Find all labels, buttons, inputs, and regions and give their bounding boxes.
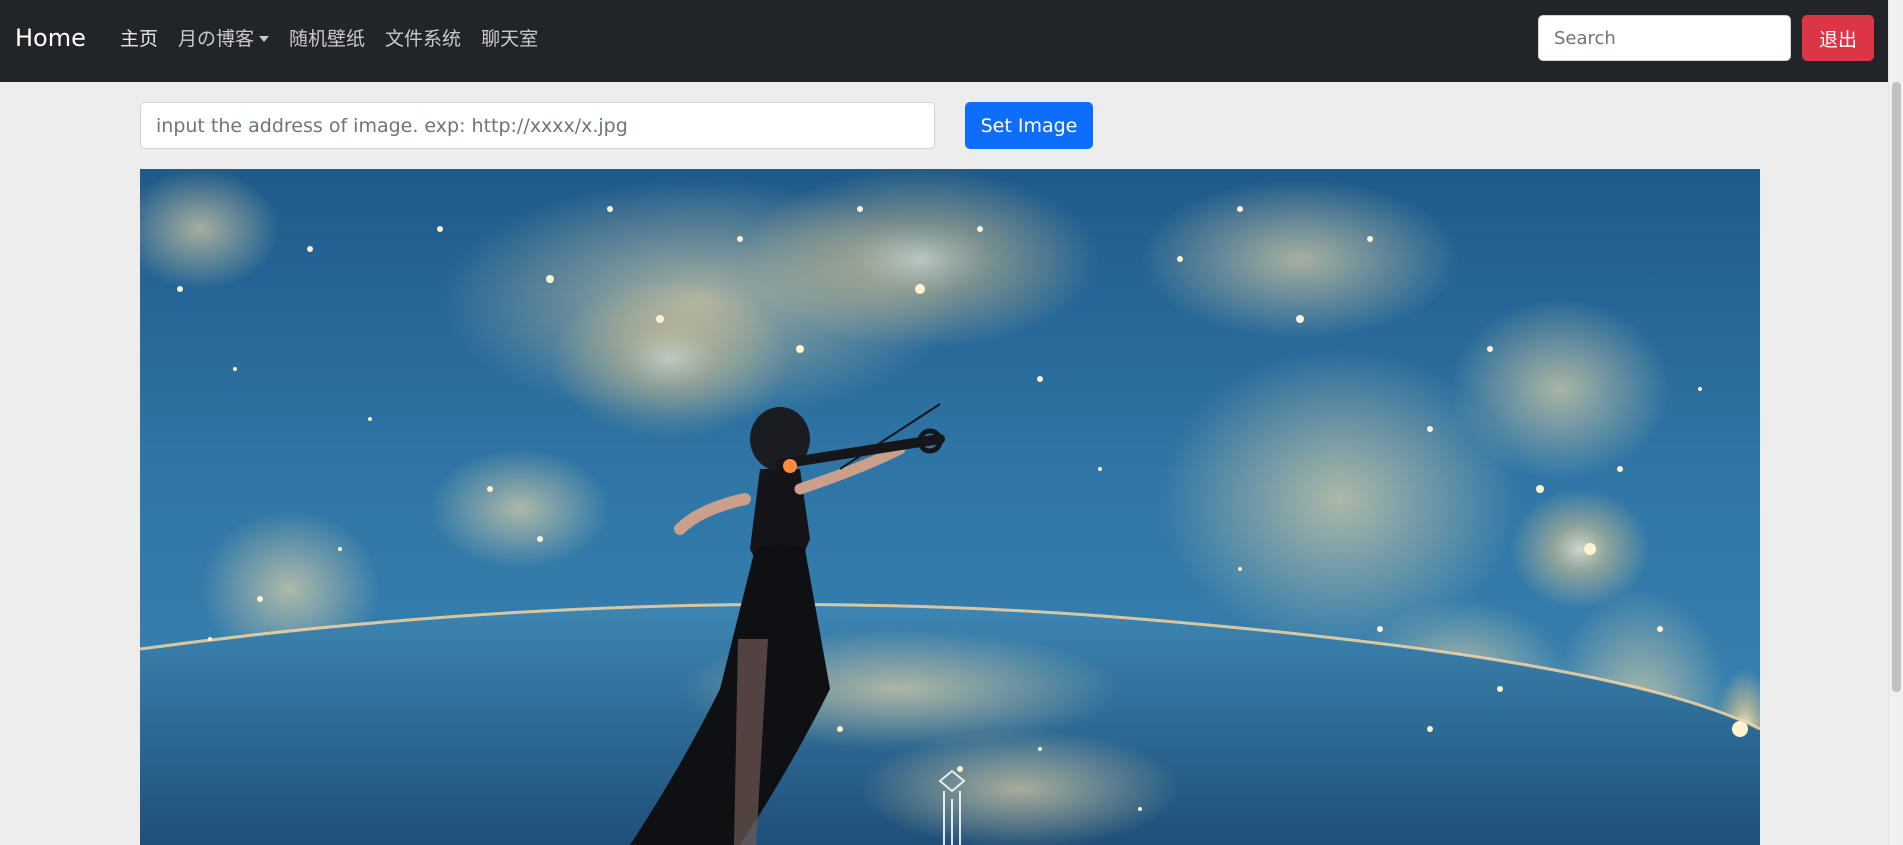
top-navbar: Home 主页 月の博客 随机壁纸 文件系统 聊天室 退出 [0, 0, 1903, 82]
nav-link-home-cn[interactable]: 主页 [110, 24, 168, 54]
nav-link-random-wallpaper[interactable]: 随机壁纸 [279, 24, 375, 54]
nav-links: 主页 月の博客 随机壁纸 文件系统 聊天室 [110, 24, 548, 54]
search-input[interactable] [1538, 15, 1791, 61]
page-scrollbar[interactable] [1888, 0, 1903, 845]
nav-link-blog-dropdown[interactable]: 月の博客 [168, 24, 279, 54]
nav-link-label: 文件系统 [385, 28, 462, 50]
wallpaper-image [140, 169, 1760, 845]
nav-link-label: 主页 [120, 28, 159, 50]
scrollbar-thumb[interactable] [1892, 82, 1901, 692]
nav-link-file-system[interactable]: 文件系统 [375, 24, 471, 54]
wallpaper-illustration [140, 169, 1760, 845]
image-address-input[interactable] [140, 102, 935, 149]
logout-button[interactable]: 退出 [1802, 15, 1874, 61]
page: Home 主页 月の博客 随机壁纸 文件系统 聊天室 退出 Set Image [0, 0, 1903, 845]
set-image-button[interactable]: Set Image [965, 102, 1093, 149]
nav-link-chatroom[interactable]: 聊天室 [471, 24, 548, 54]
caret-down-icon [259, 36, 270, 42]
nav-link-label: 随机壁纸 [289, 28, 366, 50]
nav-link-label: 聊天室 [481, 28, 539, 50]
brand-home-link[interactable]: Home [15, 22, 86, 54]
nav-link-label: 月の博客 [178, 28, 255, 50]
